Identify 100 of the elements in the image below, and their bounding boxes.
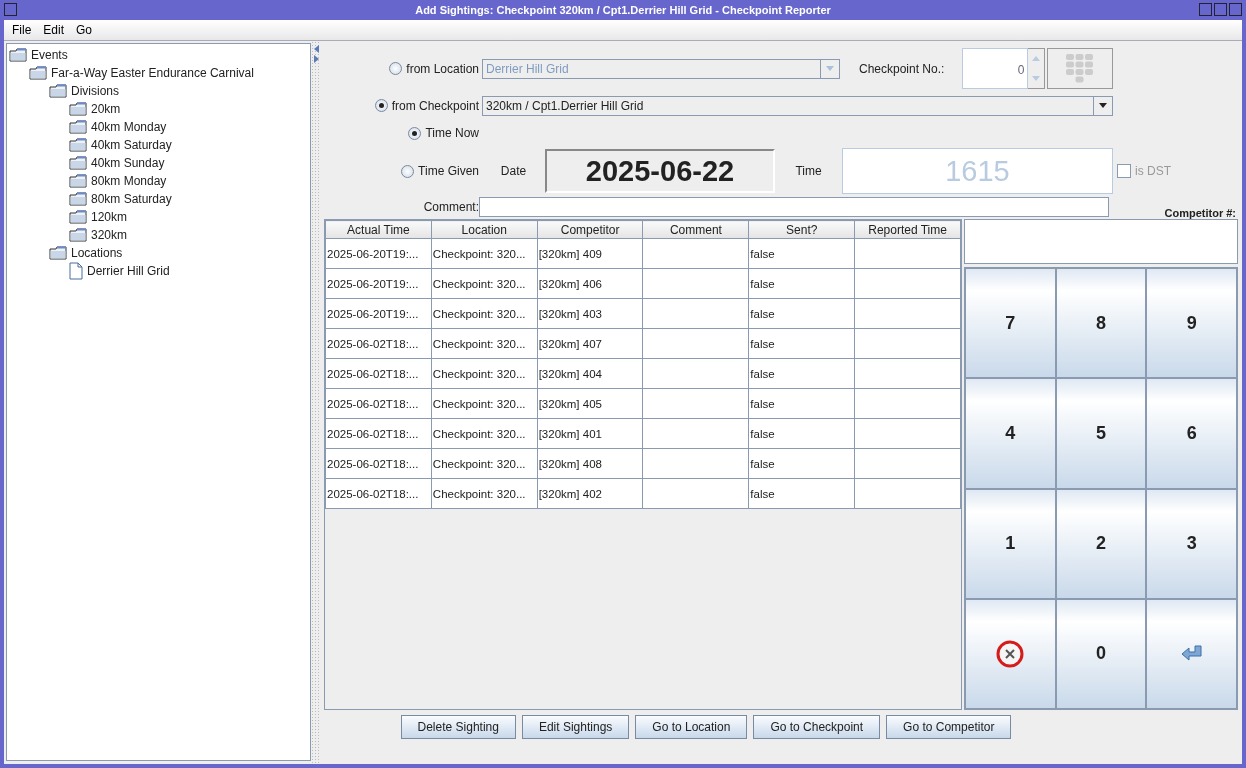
table-cell: false: [748, 388, 855, 419]
table-cell: [320km] 404: [537, 358, 643, 389]
checkpoint-no-label: Checkpoint No.:: [859, 61, 945, 76]
folder-icon: [49, 246, 67, 260]
table-cell: 2025-06-02T18:...: [325, 418, 432, 449]
tree-node[interactable]: Far-a-Way Easter Endurance Carnival: [29, 64, 308, 82]
table-cell: 2025-06-20T19:...: [325, 268, 432, 299]
keypad-key[interactable]: 6: [1146, 378, 1237, 489]
keypad-button[interactable]: [1047, 48, 1114, 89]
enter-key[interactable]: [1146, 598, 1237, 709]
folder-icon: [49, 84, 67, 98]
tree-node[interactable]: 40km Monday: [69, 118, 308, 136]
folder-icon: [29, 66, 47, 80]
column-header[interactable]: Sent?: [748, 220, 855, 239]
enter-icon: [1179, 643, 1204, 664]
tree-node[interactable]: 40km Sunday: [69, 154, 308, 172]
table-cell: Checkpoint: 320...: [431, 418, 538, 449]
column-header[interactable]: Location: [431, 220, 538, 239]
folder-icon: [69, 210, 87, 224]
dropdown-arrow-icon[interactable]: [1099, 103, 1107, 108]
column-header[interactable]: Actual Time: [325, 220, 432, 239]
expand-right-icon[interactable]: [313, 55, 319, 63]
competitor-number-field[interactable]: [964, 219, 1238, 264]
keypad-key[interactable]: 8: [1055, 268, 1147, 379]
menu-item[interactable]: File: [8, 23, 36, 37]
tree-node[interactable]: 40km Saturday: [69, 136, 308, 154]
keypad-key[interactable]: 5: [1055, 378, 1147, 489]
comment-field[interactable]: [479, 197, 1109, 217]
action-button[interactable]: Delete Sighting: [400, 715, 516, 739]
table-cell: Checkpoint: 320...: [431, 358, 538, 389]
table-cell: Checkpoint: 320...: [431, 298, 538, 329]
column-header[interactable]: Reported Time: [854, 220, 961, 239]
window-title: Add Sightings: Checkpoint 320km / Cpt1.Derrier Hill Grid - Checkpoint Reporter: [415, 4, 831, 16]
folder-icon: [69, 174, 87, 188]
menu-item[interactable]: Go: [72, 23, 97, 37]
clear-key[interactable]: [965, 598, 1056, 709]
table-cell: Checkpoint: 320...: [431, 328, 538, 359]
table-cell: 2025-06-02T18:...: [325, 328, 432, 359]
keypad-key[interactable]: 4: [965, 378, 1056, 489]
column-header[interactable]: Competitor: [537, 220, 643, 239]
table-cell: 2025-06-20T19:...: [325, 238, 432, 269]
action-button[interactable]: Go to Checkpoint: [753, 715, 881, 739]
tree-node[interactable]: 20km: [69, 100, 308, 118]
date-field[interactable]: 2025-06-22: [545, 149, 775, 193]
tree-node[interactable]: Locations: [49, 244, 308, 262]
table-cell: Checkpoint: 320...: [431, 478, 538, 509]
keypad-key[interactable]: 9: [1146, 268, 1237, 379]
table-cell: 2025-06-02T18:...: [325, 448, 432, 479]
menu-item[interactable]: Edit: [39, 23, 69, 37]
action-button[interactable]: Edit Sightings: [521, 715, 630, 739]
table-cell: 2025-06-02T18:...: [325, 358, 432, 389]
keypad-icon: [1066, 53, 1095, 84]
checkpoint-number-field[interactable]: 0: [962, 48, 1029, 89]
tree-node[interactable]: Derrier Hill Grid: [69, 262, 308, 280]
keypad-key[interactable]: 1: [965, 488, 1056, 599]
tree-node[interactable]: 120km: [69, 208, 308, 226]
table-cell: false: [748, 268, 855, 299]
tree-node[interactable]: 80km Monday: [69, 172, 308, 190]
table-cell: [320km] 407: [537, 328, 643, 359]
table-cell: Checkpoint: 320...: [431, 238, 538, 269]
keypad-key[interactable]: 7: [965, 268, 1056, 379]
table-cell: [320km] 406: [537, 268, 643, 299]
tree-node[interactable]: Divisions: [49, 82, 308, 100]
action-button[interactable]: Go to Competitor: [886, 715, 1012, 739]
table-cell: false: [748, 238, 855, 269]
table-cell: false: [748, 448, 855, 479]
table-cell: 2025-06-02T18:...: [325, 478, 432, 509]
folder-icon: [69, 156, 87, 170]
checkpoint-dropdown[interactable]: 320km / Cpt1.Derrier Hill Grid: [482, 95, 1113, 116]
table-cell: false: [748, 418, 855, 449]
tree-node[interactable]: Events: [9, 46, 308, 64]
keypad-key[interactable]: 0: [1055, 598, 1147, 709]
action-button[interactable]: Go to Location: [635, 715, 748, 739]
keypad-key[interactable]: 2: [1055, 488, 1147, 599]
table-cell: false: [748, 328, 855, 359]
column-header[interactable]: Comment: [643, 220, 749, 239]
radio-button[interactable]: from Checkpoint: [374, 98, 479, 113]
folder-icon: [69, 138, 87, 152]
clear-icon: [996, 639, 1025, 668]
folder-icon: [69, 192, 87, 206]
table-cell: 2025-06-20T19:...: [325, 298, 432, 329]
document-icon: [69, 262, 83, 280]
table-cell: false: [748, 358, 855, 389]
radio-button[interactable]: Time Given: [401, 164, 479, 178]
table-cell: Checkpoint: 320...: [431, 448, 538, 479]
table-cell: [320km] 402: [537, 478, 643, 509]
folder-icon: [69, 102, 87, 116]
table-cell: [320km] 401: [537, 418, 643, 449]
table-cell: 2025-06-02T18:...: [325, 388, 432, 419]
table-cell: [320km] 405: [537, 388, 643, 419]
tree-node[interactable]: 80km Saturday: [69, 190, 308, 208]
collapse-left-icon[interactable]: [313, 45, 319, 53]
tree-node[interactable]: 320km: [69, 226, 308, 244]
table-cell: false: [748, 298, 855, 329]
competitor-number-label: Competitor #:: [1164, 207, 1236, 219]
date-label: Date: [500, 164, 527, 178]
time-label: Time: [795, 164, 822, 178]
keypad-key[interactable]: 3: [1146, 488, 1237, 599]
folder-icon: [69, 120, 87, 134]
radio-button[interactable]: Time Now: [408, 126, 479, 140]
